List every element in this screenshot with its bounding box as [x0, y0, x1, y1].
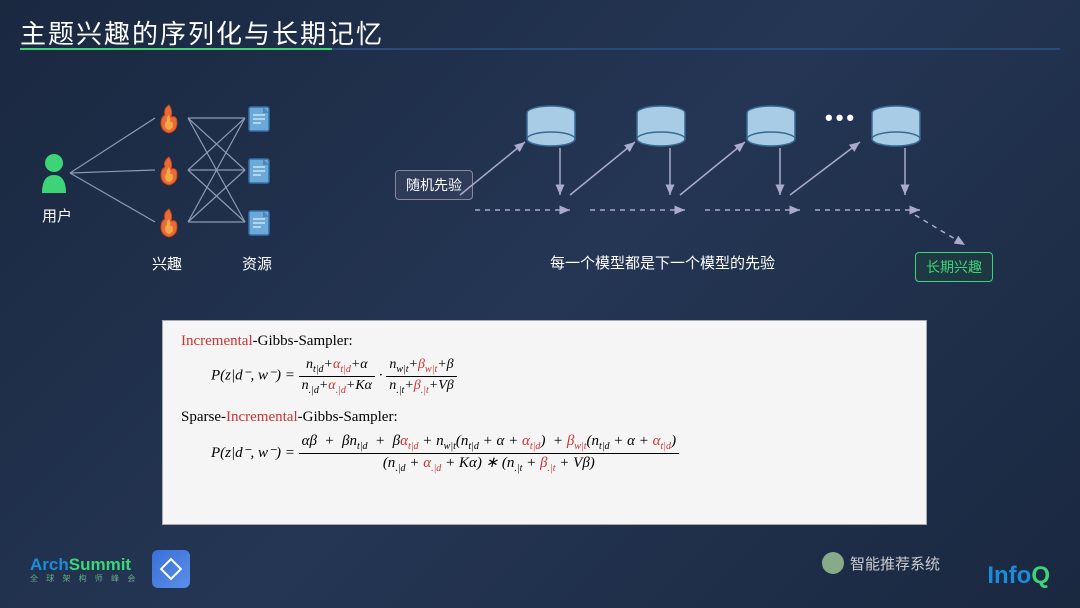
model-description: 每一个模型都是下一个模型的先验	[550, 252, 775, 273]
formula1-equation: P(z|d⁻, w⁻) = nt|d+αt|d+αn.|d+α.|d+Kα · …	[211, 356, 908, 397]
document-icon	[245, 155, 273, 192]
model-flow-svg	[410, 100, 1060, 270]
cylinder-icon	[870, 105, 922, 152]
formula1-title-red: Incremental	[181, 333, 253, 349]
document-icon	[245, 103, 273, 140]
title-underline	[20, 48, 1060, 50]
fire-icon	[155, 103, 183, 140]
footer-left: ArchSummit 全 球 架 构 师 峰 会	[30, 550, 190, 588]
fire-icon	[155, 207, 183, 244]
wechat-icon	[822, 552, 844, 574]
formula2-title-red: Incremental	[226, 409, 298, 425]
formula2-equation: P(z|d⁻, w⁻) = αβ + βnt|d + βαt|d + nw|t(…	[211, 432, 908, 475]
fire-icon	[155, 155, 183, 192]
diamond-logo-icon	[152, 550, 190, 588]
wechat-label: 智能推荐系统	[822, 552, 940, 574]
resource-label: 资源	[242, 253, 272, 274]
formula-box: Incremental-Gibbs-Sampler: P(z|d⁻, w⁻) =…	[162, 320, 927, 525]
slide-title: 主题兴趣的序列化与长期记忆	[20, 14, 384, 51]
arch-summit-logo: ArchSummit	[30, 555, 138, 575]
longterm-label: 长期兴趣	[915, 252, 993, 282]
infoq-logo: InfoQ	[987, 562, 1050, 590]
cylinder-icon	[635, 105, 687, 152]
user-icon	[38, 153, 70, 198]
document-icon	[245, 207, 273, 244]
formula1-title-blk: -Gibbs-Sampler:	[253, 333, 353, 349]
ellipsis: •••	[825, 105, 857, 131]
cylinder-icon	[525, 105, 577, 152]
user-interest-graph: 用户 兴趣 资源	[20, 85, 290, 265]
user-label: 用户	[42, 205, 72, 226]
cylinder-icon	[745, 105, 797, 152]
interest-label: 兴趣	[152, 253, 182, 274]
